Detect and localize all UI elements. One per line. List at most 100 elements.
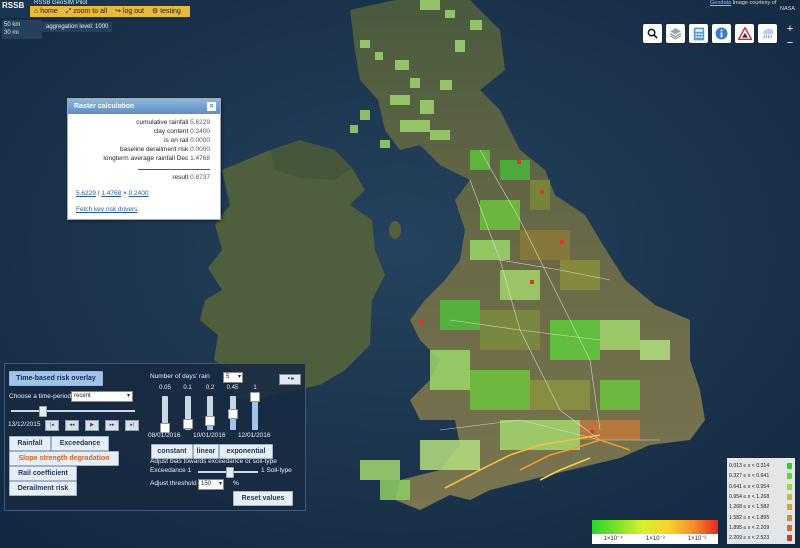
legend-range: 1.268 ≤ x < 1.582	[729, 504, 770, 511]
warning-sign-icon	[737, 27, 752, 40]
testing-button[interactable]: ⚙ testing	[148, 6, 185, 17]
warning-sign-button[interactable]	[735, 24, 754, 43]
zoom-to-all-label: zoom to all	[73, 8, 108, 15]
weight-label: 0.05	[159, 385, 171, 391]
period-select[interactable]: recent ▾	[71, 391, 133, 402]
linear-button[interactable]: linear	[193, 444, 219, 459]
raster-popup-header: Raster calculation ×	[68, 99, 220, 114]
zoom-control: + −	[783, 22, 797, 50]
legend-row: 0.327 ≤ x < 0.641	[729, 471, 793, 481]
threshold-input[interactable]: 150 ▾	[198, 479, 224, 490]
colour-scale: 1×10⁻⁴ 1×10⁻³ 1×10⁻²	[592, 520, 718, 544]
raster-formula: 5.6229 / 1.4768 × 0.2400	[76, 190, 149, 197]
weight-label: 0.2	[205, 385, 215, 391]
search-icon	[647, 28, 658, 39]
search-button[interactable]	[643, 24, 662, 43]
chevron-down-icon: ▾	[126, 393, 130, 399]
raster-result-value: 0.8737	[190, 174, 210, 181]
raster-row: longterm average rainfall Dec 1.4768	[74, 155, 210, 162]
slope-strength-degradation-button[interactable]: Slope strength degradation	[9, 451, 119, 466]
tab-time-based-risk-overlay[interactable]: Time-based risk overlay	[9, 371, 103, 386]
days-rain-select[interactable]: 5 ▾	[223, 372, 243, 383]
scale-mi: 30 mi	[4, 30, 19, 36]
threshold-unit: %	[233, 480, 239, 487]
legend-range: 1.582 ≤ x < 1.895	[729, 514, 770, 521]
prev-button[interactable]: ◂◂	[65, 420, 79, 431]
chevron-down-icon: ▾	[237, 374, 241, 380]
raster-row: cumulative rainfall 5.6229	[74, 119, 210, 126]
attribution: Geodata Image courtesy of NASA	[710, 0, 795, 12]
raster-row-label: is on rail	[164, 137, 189, 144]
raster-row-value: 0.0000	[190, 137, 210, 144]
formula-sep-2: ×	[123, 190, 127, 197]
chevron-down-icon: ▾	[218, 481, 222, 487]
raster-row: baseline derailment risk 0.0000	[74, 146, 210, 153]
derailment-risk-button[interactable]: Derailment risk	[9, 481, 77, 496]
next-button[interactable]: ▸▸	[105, 420, 119, 431]
legend-swatch	[787, 483, 792, 490]
date-label: 12/01/2016	[238, 432, 271, 439]
info-icon	[715, 27, 728, 40]
info-button[interactable]	[712, 24, 731, 43]
rain-button[interactable]	[758, 24, 777, 43]
scale-readout: 50 km 30 mi	[2, 20, 42, 39]
legend-swatch	[787, 463, 792, 469]
first-button[interactable]: |◂	[45, 420, 59, 431]
exceedance-button[interactable]: Exceedance	[51, 436, 109, 451]
legend-swatch	[787, 473, 792, 480]
testing-label: testing	[160, 8, 181, 15]
weight-label: 1	[253, 385, 257, 391]
rail-coefficient-button[interactable]: Rail coefficient	[9, 466, 77, 481]
play-button[interactable]: ▶	[85, 420, 99, 431]
date-label: 10/01/2016	[193, 432, 226, 439]
colour-scale-ticks: 1×10⁻⁴ 1×10⁻³ 1×10⁻²	[592, 534, 718, 544]
threshold-label: Adjust threshold	[150, 480, 197, 487]
zoom-out-button[interactable]: −	[783, 36, 797, 50]
rainfall-button[interactable]: Rainfall	[9, 436, 51, 451]
days-rain-label: Number of days' rain	[150, 373, 210, 380]
formula-term-a[interactable]: 5.6229	[76, 190, 96, 197]
time-slider-track[interactable]	[11, 410, 135, 412]
exponential-button[interactable]: exponential	[219, 444, 273, 459]
raster-row-label: cumulative rainfall	[136, 119, 189, 126]
legend-swatch	[787, 504, 792, 511]
layers-button[interactable]	[666, 24, 685, 43]
weight-slider-handle[interactable]	[182, 419, 193, 430]
calculator-button[interactable]	[689, 24, 708, 43]
raster-row-label: baseline derailment risk	[120, 146, 189, 153]
weight-slider-handle[interactable]	[250, 392, 260, 402]
fetch-risk-drivers-link[interactable]: Fetch key risk drivers	[76, 206, 137, 213]
weight-slider-handle[interactable]	[227, 409, 238, 419]
nav-bar: ⌂ home ⤢ zoom to all ↪ log out ⚙ testing	[30, 6, 190, 17]
weight-slider-handle[interactable]	[205, 415, 215, 426]
skip-last-icon: ▸|	[130, 422, 134, 428]
constant-button[interactable]: constant	[151, 444, 193, 459]
last-button[interactable]: ▸|	[125, 420, 139, 431]
scale-tick: 1×10⁻⁴	[603, 536, 623, 542]
raster-result-label: result	[172, 174, 189, 181]
date-label: 08/01/2016	[148, 432, 181, 439]
formula-term-c[interactable]: 0.2400	[129, 190, 149, 197]
reset-values-button[interactable]: Reset values	[233, 491, 293, 506]
close-icon[interactable]: ×	[207, 102, 216, 111]
layers-icon	[669, 28, 682, 40]
formula-term-b[interactable]: 1.4768	[101, 190, 121, 197]
panel-toggle-button[interactable]: ▪ ▸	[279, 374, 301, 385]
time-based-risk-panel: Time-based risk overlay Choose a time-pe…	[4, 363, 306, 511]
legend-range: 0.954 ≤ x < 1.268	[729, 493, 770, 500]
zoom-to-all-button[interactable]: ⤢ zoom to all	[62, 6, 111, 17]
scale-km: 50 km	[4, 22, 21, 28]
raster-row-value: 5.6229	[190, 119, 210, 126]
attribution-link[interactable]: Geodata	[710, 0, 731, 6]
legend-range: 0.013 ≤ x < 0.314	[729, 463, 770, 469]
home-button[interactable]: ⌂ home	[30, 6, 62, 17]
time-slider-handle[interactable]	[39, 406, 47, 417]
raster-calculation-popup: Raster calculation × cumulative rainfall…	[67, 98, 221, 220]
bias-slider-handle[interactable]	[226, 467, 234, 478]
zoom-in-button[interactable]: +	[783, 22, 797, 36]
formula-sep-1: /	[97, 190, 100, 197]
fast-forward-icon: ▸▸	[109, 422, 115, 428]
calculator-icon	[693, 27, 704, 40]
isle-of-man	[389, 221, 401, 239]
log-out-button[interactable]: ↪ log out	[111, 6, 148, 17]
